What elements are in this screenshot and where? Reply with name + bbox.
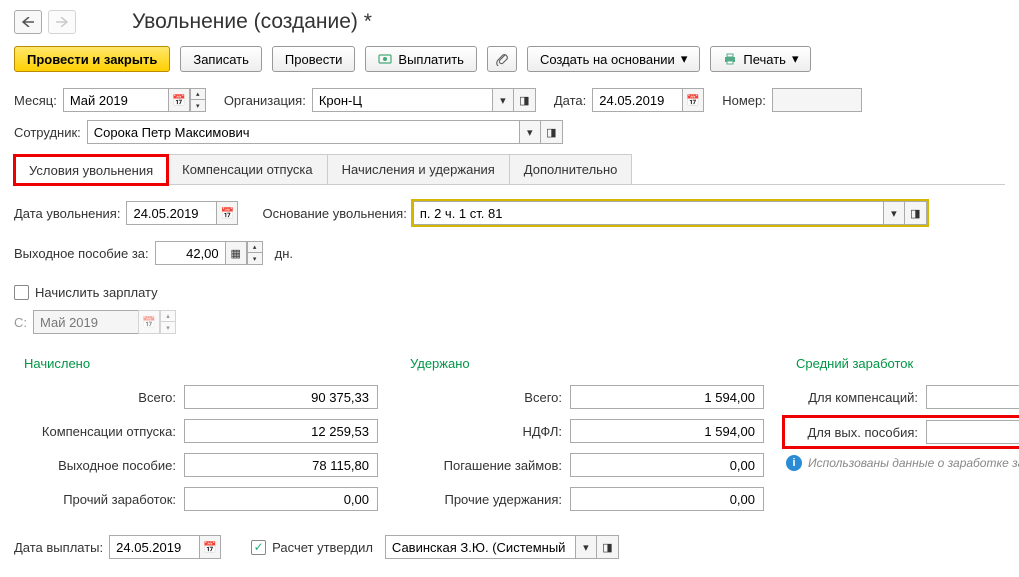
tab-conditions[interactable]: Условия увольнения <box>14 155 168 185</box>
accrue-salary-label: Начислить зарплату <box>35 285 158 300</box>
calendar-icon[interactable]: 📅 <box>168 88 190 112</box>
vacation-comp-label: Компенсации отпуска: <box>14 424 184 439</box>
for-sev-label: Для вых. пособия: <box>786 425 926 440</box>
for-comp-input[interactable] <box>926 385 1019 409</box>
paperclip-icon <box>495 52 509 66</box>
dropdown-button[interactable]: ▾ <box>883 201 905 225</box>
severance-label: Выходное пособие: <box>14 458 184 473</box>
tab-accruals[interactable]: Начисления и удержания <box>327 154 510 184</box>
for-comp-label: Для компенсаций: <box>786 390 926 405</box>
month-down-button[interactable]: ▾ <box>190 100 206 112</box>
accrued-title: Начислено <box>14 356 378 371</box>
open-button[interactable]: ◨ <box>905 201 927 225</box>
month-input[interactable] <box>63 88 168 112</box>
from-label: С: <box>14 315 27 330</box>
w-total-label: Всего: <box>400 390 570 405</box>
forward-button[interactable] <box>48 10 76 34</box>
post-button[interactable]: Провести <box>272 46 356 72</box>
post-and-close-button[interactable]: Провести и закрыть <box>14 46 170 72</box>
pay-date-input[interactable] <box>109 535 199 559</box>
accrue-salary-checkbox[interactable] <box>14 285 29 300</box>
back-button[interactable] <box>14 10 42 34</box>
pay-date-label: Дата выплаты: <box>14 540 103 555</box>
from-up-button: ▴ <box>160 310 176 322</box>
severance-days-label: Выходное пособие за: <box>14 246 149 261</box>
tab-vacation-comp[interactable]: Компенсации отпуска <box>167 154 328 184</box>
approved-checkbox[interactable]: ✓ <box>251 540 266 555</box>
info-text: Использованы данные о заработке за перио… <box>808 456 1019 470</box>
days-up-button[interactable]: ▴ <box>247 241 263 253</box>
org-input[interactable] <box>312 88 492 112</box>
open-button[interactable]: ◨ <box>541 120 563 144</box>
date-label: Дата: <box>554 93 586 108</box>
print-button[interactable]: Печать ▾ <box>710 46 811 72</box>
employee-label: Сотрудник: <box>14 125 81 140</box>
calendar-icon[interactable]: 📅 <box>199 535 221 559</box>
loan-input[interactable] <box>570 453 764 477</box>
pay-icon <box>378 53 392 65</box>
other-ded-input[interactable] <box>570 487 764 511</box>
number-input <box>772 88 862 112</box>
days-down-button[interactable]: ▾ <box>247 253 263 265</box>
w-total-input[interactable] <box>570 385 764 409</box>
approver-input[interactable] <box>385 535 575 559</box>
open-button[interactable]: ◨ <box>597 535 619 559</box>
date-input[interactable] <box>592 88 682 112</box>
dropdown-button[interactable]: ▾ <box>575 535 597 559</box>
ndfl-label: НДФЛ: <box>400 424 570 439</box>
create-based-label: Создать на основании <box>540 52 675 67</box>
write-button[interactable]: Записать <box>180 46 262 72</box>
open-button[interactable]: ◨ <box>514 88 536 112</box>
print-label: Печать <box>743 52 786 67</box>
pay-button[interactable]: Выплатить <box>365 46 477 72</box>
tab-additional[interactable]: Дополнительно <box>509 154 633 184</box>
total-input[interactable] <box>184 385 378 409</box>
month-up-button[interactable]: ▴ <box>190 88 206 100</box>
pay-label: Выплатить <box>398 52 464 67</box>
create-based-button[interactable]: Создать на основании ▾ <box>527 46 700 72</box>
calendar-icon: 📅 <box>138 310 160 334</box>
attach-button[interactable] <box>487 46 517 72</box>
other-ded-label: Прочие удержания: <box>400 492 570 507</box>
loan-label: Погашение займов: <box>400 458 570 473</box>
other-income-input[interactable] <box>184 487 378 511</box>
chevron-down-icon: ▾ <box>792 51 799 67</box>
ndfl-input[interactable] <box>570 419 764 443</box>
from-input <box>33 310 138 334</box>
basis-label: Основание увольнения: <box>262 206 406 221</box>
org-label: Организация: <box>224 93 306 108</box>
other-income-label: Прочий заработок: <box>14 492 184 507</box>
severance-input[interactable] <box>184 453 378 477</box>
calculator-icon[interactable]: ▦ <box>225 241 247 265</box>
vacation-comp-input[interactable] <box>184 419 378 443</box>
for-sev-input[interactable] <box>926 420 1019 444</box>
withheld-title: Удержано <box>400 356 764 371</box>
calendar-icon[interactable]: 📅 <box>682 88 704 112</box>
basis-input[interactable] <box>413 201 883 225</box>
page-title: Увольнение (создание) * <box>132 10 372 34</box>
severance-days-input[interactable] <box>155 241 225 265</box>
dropdown-button[interactable]: ▾ <box>519 120 541 144</box>
from-down-button: ▾ <box>160 322 176 334</box>
number-label: Номер: <box>722 93 766 108</box>
dismissal-date-input[interactable] <box>126 201 216 225</box>
total-label: Всего: <box>14 390 184 405</box>
days-unit-label: дн. <box>275 246 293 261</box>
month-label: Месяц: <box>14 93 57 108</box>
dismissal-date-label: Дата увольнения: <box>14 206 120 221</box>
calendar-icon[interactable]: 📅 <box>216 201 238 225</box>
info-icon: i <box>786 455 802 471</box>
employee-input[interactable] <box>87 120 519 144</box>
printer-icon <box>723 53 737 65</box>
dropdown-button[interactable]: ▾ <box>492 88 514 112</box>
chevron-down-icon: ▾ <box>681 51 688 67</box>
avg-earnings-title: Средний заработок <box>786 356 1019 371</box>
approved-label: Расчет утвердил <box>272 540 373 555</box>
